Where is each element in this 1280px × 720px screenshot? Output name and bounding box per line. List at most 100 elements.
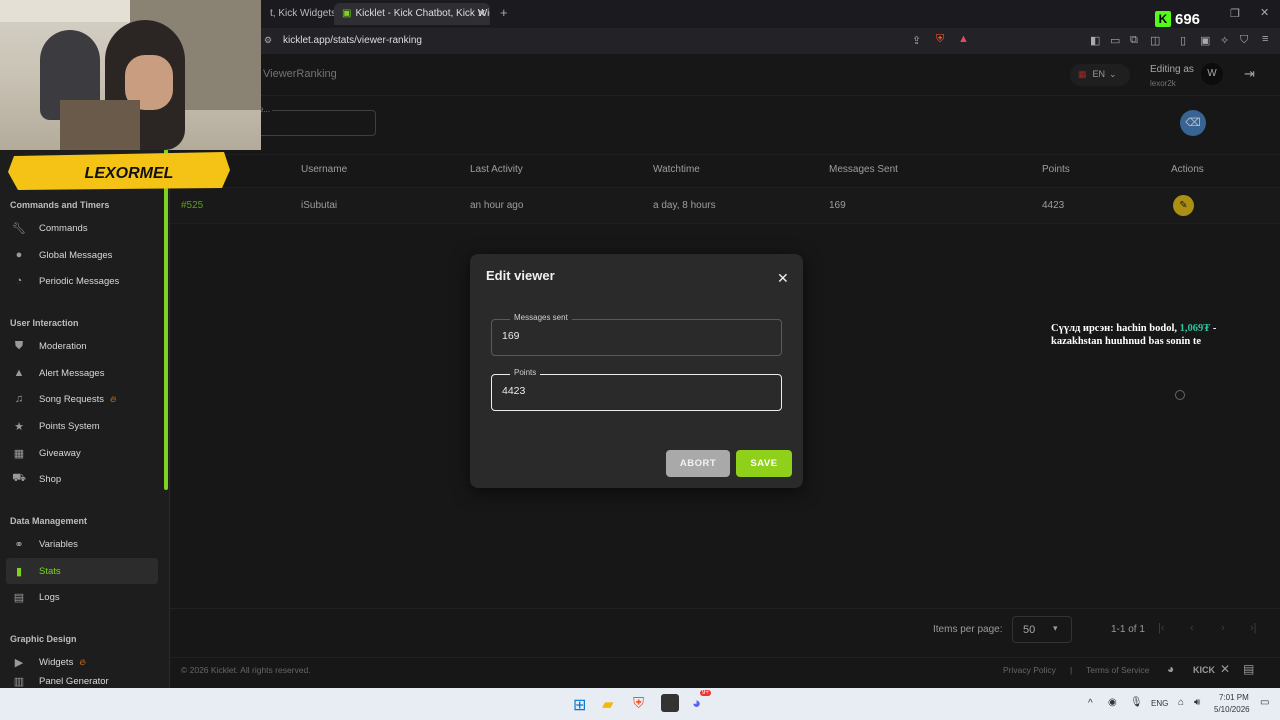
stream-alert-text: Сүүлд ирсэн: hachin bodol, 1,069₮ - kaza… [1051, 322, 1261, 348]
wallet-icon[interactable]: ▣ [1200, 34, 1210, 47]
browser-tab[interactable]: t, Kick Widgets - [262, 3, 334, 25]
sidebar-item-label: Global Messages [39, 249, 113, 261]
sidebar-item-label: Moderation [39, 340, 87, 352]
sidebar-item-label: Song Requests [39, 393, 104, 405]
close-icon[interactable]: ✕ [777, 270, 789, 287]
windows-taskbar: ⊞ ▰ ⛨ ◕ 9+ ^ ◉ 🎙︎ ENG ⌂ 🔊︎ 7:01 PM 5/10/… [0, 688, 1280, 720]
sidebar-item-widgets[interactable]: ▶ Widgets 🔥︎ [6, 649, 158, 675]
sidebar-item-shop[interactable]: ⛟ Shop [6, 466, 158, 492]
microphone-icon[interactable]: 🎙︎ [1130, 697, 1143, 708]
volume-icon[interactable]: 🔊︎ [1194, 697, 1200, 708]
warning-icon: ▲ [13, 367, 25, 379]
logs-icon: ▤ [13, 591, 25, 604]
tab-label: t, Kick Widgets - [270, 8, 334, 19]
sidebar-item-label: Points System [39, 420, 100, 432]
extension-icon[interactable]: ▭ [1110, 34, 1120, 47]
sidebar-item-label: Logs [39, 591, 60, 603]
leo-ai-icon[interactable]: ✧ [1220, 34, 1229, 47]
tray-chevron-icon[interactable]: ^ [1088, 698, 1093, 709]
sidebar-item-stats[interactable]: ▮ Stats [6, 558, 158, 584]
close-tab-icon[interactable]: ✕ [477, 7, 486, 20]
fire-icon: 🔥︎ [109, 393, 117, 404]
menu-icon[interactable]: ≡ [1262, 33, 1268, 45]
clock-time[interactable]: 7:01 PM [1219, 693, 1249, 702]
points-input[interactable] [502, 385, 762, 397]
sidebar-item-panel-generator[interactable]: ▥ Panel Generator [6, 674, 158, 688]
alert-text-prefix: Сүүлд ирсэн: hachin bodol, [1051, 323, 1180, 334]
sidebar-item-commands[interactable]: 🔧︎ Commands [6, 215, 158, 241]
alert-amount: 1,069₮ [1179, 323, 1211, 334]
sidebar-item-points-system[interactable]: ★ Points System [6, 413, 158, 439]
sidebar-section-data-management: Data Management [10, 516, 88, 526]
messages-sent-input[interactable] [502, 330, 762, 342]
browser-tab-active[interactable]: ▣ Kicklet - Kick Chatbot, Kick Widg [334, 3, 490, 25]
clock-icon: ◔ [15, 275, 23, 287]
cart-icon: ⛟ [12, 472, 26, 484]
url-text[interactable]: kicklet.app/stats/viewer-ranking [283, 35, 422, 46]
new-tab-icon[interactable]: + [500, 5, 508, 20]
tab-label: Kicklet - Kick Chatbot, Kick Widg [355, 8, 490, 19]
close-window-icon[interactable]: ✕ [1260, 6, 1269, 19]
sidebar-item-label: Giveaway [39, 447, 81, 459]
sidebar-item-periodic-messages[interactable]: ◔ Periodic Messages [6, 268, 158, 294]
network-icon[interactable]: ⌂ [1178, 697, 1184, 708]
app-icon[interactable] [661, 694, 679, 712]
messages-sent-label: Messages sent [510, 313, 572, 322]
points-label: Points [510, 368, 541, 377]
kick-viewer-count: 696 [1175, 11, 1201, 28]
extension-icon[interactable]: ◫ [1150, 34, 1160, 47]
maximize-icon[interactable]: ❐ [1230, 7, 1240, 20]
brave-shield-icon[interactable]: ⛨ [936, 33, 944, 46]
sidebar-item-logs[interactable]: ▤ Logs [6, 584, 158, 610]
kick-logo-icon: K [1155, 11, 1171, 27]
file-explorer-icon[interactable]: ▰ [602, 695, 614, 713]
tray-app-icon[interactable]: ◉ [1108, 697, 1117, 708]
webcam-feed [0, 0, 261, 150]
bar-chart-icon: ▮ [15, 565, 23, 578]
clock-date[interactable]: 5/10/2026 [1214, 705, 1250, 714]
sidebar-item-label: Stats [39, 565, 61, 577]
sidebar-item-alert-messages[interactable]: ▲ Alert Messages [6, 360, 158, 386]
abort-button[interactable]: ABORT [666, 450, 730, 477]
fire-icon: 🔥︎ [79, 656, 86, 667]
sidebar-item-label: Alert Messages [39, 367, 105, 379]
windows-start-icon[interactable]: ⊞ [573, 695, 586, 715]
sidebar-item-label: Shop [39, 473, 62, 485]
notification-icon[interactable]: ▭ [1260, 697, 1269, 708]
input-language[interactable]: ENG [1151, 699, 1168, 708]
edit-viewer-dialog: Edit viewer ✕ Messages sent Points ABORT… [470, 254, 803, 488]
sidebar-item-moderation[interactable]: ⛊ Moderation [6, 333, 158, 359]
discord-badge: 9+ [700, 690, 711, 696]
shield-icon: ⛊ [14, 339, 24, 352]
sidebar-item-variables[interactable]: ⚭ Variables [6, 531, 158, 557]
kicklet-favicon-icon: ▣ [342, 8, 352, 19]
messages-sent-field[interactable]: Messages sent [491, 313, 782, 356]
points-field[interactable]: Points [491, 368, 782, 411]
extension-icon[interactable]: ◧ [1090, 34, 1100, 47]
video-icon: ▶ [14, 656, 24, 669]
sidebar-section-user-interaction: User Interaction [10, 318, 79, 328]
streamer-name: LEXORMEL [85, 165, 174, 182]
vpn-icon[interactable]: ⛉ [1240, 34, 1248, 47]
loading-spinner-icon [1175, 390, 1185, 400]
wrench-icon: 🔧︎ [12, 222, 26, 235]
discord-taskbar-icon[interactable]: ◕ [692, 695, 701, 712]
sidebar-section-graphic-design: Graphic Design [10, 634, 77, 644]
sidebar-item-label: Widgets [39, 656, 74, 668]
link-icon: ⚭ [14, 538, 24, 551]
sidebar-toggle-icon[interactable]: ▯ [1180, 34, 1186, 47]
site-settings-icon[interactable]: ⚙ [264, 35, 272, 46]
panel-icon: ▥ [13, 675, 25, 688]
puzzle-icon[interactable]: ⧉ [1130, 34, 1138, 47]
sidebar-item-global-messages[interactable]: ● Global Messages [6, 242, 158, 268]
save-button[interactable]: SAVE [736, 450, 792, 477]
streamer-name-banner: LEXORMEL [8, 152, 230, 190]
gift-icon: ▦ [13, 447, 25, 460]
brave-rewards-icon[interactable]: ▲ [958, 33, 969, 45]
sidebar-item-song-requests[interactable]: ♫ Song Requests 🔥︎ [6, 386, 158, 412]
webcam-desk [60, 100, 140, 150]
sidebar-item-label: Commands [39, 222, 88, 234]
share-icon[interactable]: ⇪ [912, 34, 921, 47]
brave-browser-icon[interactable]: ⛨ [633, 695, 644, 712]
sidebar-item-giveaway[interactable]: ▦ Giveaway [6, 440, 158, 466]
